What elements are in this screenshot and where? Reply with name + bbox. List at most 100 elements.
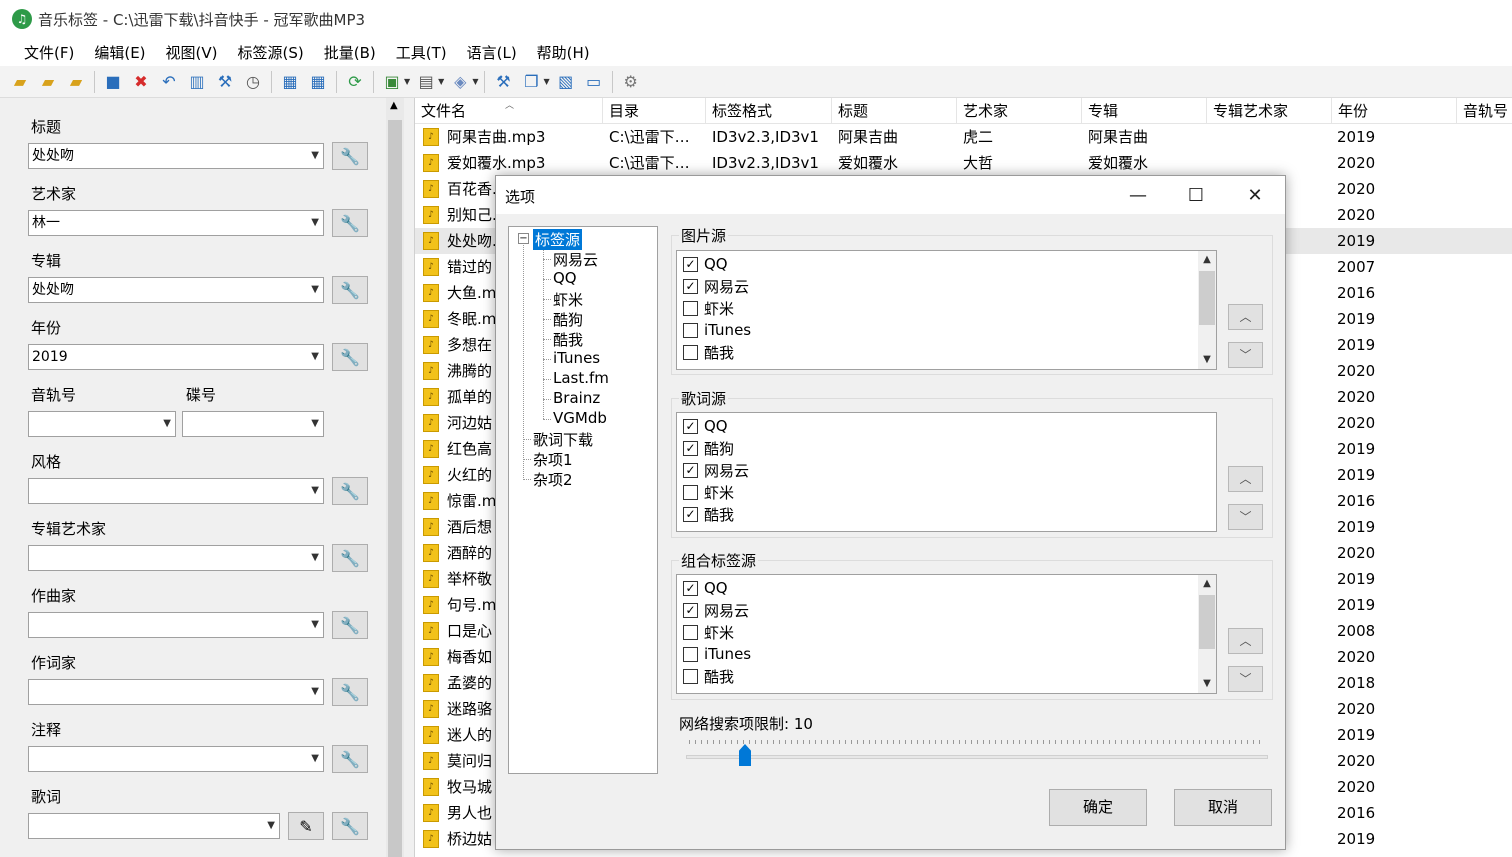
chevron-down-icon[interactable]: ▼ (311, 278, 319, 302)
lyrics-move-down-button[interactable]: ﹀ (1228, 504, 1263, 530)
refresh-icon[interactable]: ⟳ (343, 70, 367, 94)
album-artist-wrench-button[interactable]: 🔧 (332, 544, 368, 572)
checkbox-checked[interactable]: ✓ (683, 440, 698, 456)
checkbox-unchecked[interactable] (683, 344, 698, 360)
source-item[interactable]: 酷我 (683, 341, 734, 363)
undo-icon[interactable]: ↶ (157, 70, 181, 94)
tree-node-child[interactable]: iTunes (553, 349, 600, 367)
minimize-icon[interactable]: — (1109, 176, 1167, 214)
chevron-down-icon[interactable]: ▼ (163, 412, 171, 436)
chevron-down-icon[interactable]: ▼ (311, 345, 319, 369)
chevron-down-icon[interactable]: ▼ (311, 613, 319, 637)
source-item[interactable]: ✓ 酷我 (683, 503, 734, 525)
title-combo[interactable]: 处处吻 ▼ (28, 143, 324, 169)
chevron-up-icon[interactable]: ▲ (1198, 251, 1216, 269)
add-folder-icon[interactable]: ▰ (36, 70, 60, 94)
chevron-up-icon[interactable]: ▲ (1198, 575, 1216, 593)
close-icon[interactable]: ✕ (1226, 176, 1284, 214)
chevron-down-icon[interactable]: ▼ (311, 747, 319, 771)
folders-icon[interactable]: ▰ (64, 70, 88, 94)
maximize-icon[interactable]: ☐ (1167, 176, 1225, 214)
menu-help[interactable]: 帮助(H) (527, 42, 600, 63)
chevron-down-icon[interactable]: ▼ (311, 479, 319, 503)
menu-tools[interactable]: 工具(T) (386, 42, 457, 63)
image-move-down-button[interactable]: ﹀ (1228, 342, 1263, 368)
col-track[interactable]: 音轨号 (1457, 98, 1512, 124)
tree-node-child[interactable]: 酷狗 (553, 309, 583, 330)
tools-icon[interactable]: ⚒ (491, 70, 515, 94)
lyrics-wrench-button[interactable]: 🔧 (332, 812, 368, 840)
checkbox-unchecked[interactable] (683, 300, 698, 316)
monitor-icon[interactable]: ▭ (582, 70, 606, 94)
source-item[interactable]: 虾米 (683, 297, 734, 319)
lyrics-edit-button[interactable]: ✎ (288, 812, 324, 840)
collapse-icon[interactable]: − (518, 233, 529, 244)
scrollbar[interactable]: ▲ ▼ (1198, 575, 1216, 693)
artist-wrench-button[interactable]: 🔧 (332, 209, 368, 237)
menu-batch[interactable]: 批量(B) (314, 42, 386, 63)
left-panel-scrollbar[interactable]: ▲ (386, 98, 404, 857)
tag-icon[interactable]: ◈ (448, 70, 472, 94)
dropdown-arrow-icon[interactable]: ▼ (543, 77, 549, 86)
checkbox-checked[interactable]: ✓ (683, 256, 698, 272)
clock-icon[interactable]: ◷ (241, 70, 265, 94)
source-item[interactable]: ✓ QQ (683, 577, 728, 599)
source-item[interactable]: ✓ 网易云 (683, 459, 749, 481)
comment-combo[interactable]: ▼ (28, 746, 324, 772)
grid-icon[interactable]: ▦ (278, 70, 302, 94)
source-item[interactable]: ✓ 网易云 (683, 275, 749, 297)
chevron-down-icon[interactable]: ▼ (311, 546, 319, 570)
year-wrench-button[interactable]: 🔧 (332, 343, 368, 371)
scrollbar-thumb[interactable] (388, 120, 402, 857)
checkbox-unchecked[interactable] (683, 322, 698, 338)
scrollbar[interactable]: ▲ ▼ (1198, 251, 1216, 369)
copy-icon[interactable]: ❐ (519, 70, 543, 94)
col-title[interactable]: 标题 (832, 98, 957, 124)
image-icon[interactable]: ▣ (380, 70, 404, 94)
chevron-down-icon[interactable]: ▼ (1198, 351, 1216, 369)
album-wrench-button[interactable]: 🔧 (332, 276, 368, 304)
checkbox-checked[interactable]: ✓ (683, 278, 698, 294)
wrench-icon[interactable]: ⚒ (213, 70, 237, 94)
book-icon[interactable]: ▥ (185, 70, 209, 94)
tree-node-top[interactable]: 杂项1 (533, 449, 573, 470)
search-limit-slider[interactable] (686, 755, 1268, 759)
album-combo[interactable]: 处处吻 ▼ (28, 277, 324, 303)
checkbox-unchecked[interactable] (683, 624, 698, 640)
menu-file[interactable]: 文件(F) (14, 42, 84, 63)
text-case-icon[interactable]: ▤ (414, 70, 438, 94)
composer-wrench-button[interactable]: 🔧 (332, 611, 368, 639)
tree-node-child[interactable]: 网易云 (553, 249, 598, 270)
gear-icon[interactable]: ⚙ (619, 70, 643, 94)
source-item[interactable]: iTunes (683, 319, 751, 341)
scrollbar-thumb[interactable] (1199, 595, 1215, 649)
source-item[interactable]: iTunes (683, 643, 751, 665)
chevron-down-icon[interactable]: ▼ (311, 412, 319, 436)
chevron-down-icon[interactable]: ▼ (311, 144, 319, 168)
col-directory[interactable]: 目录 (603, 98, 706, 124)
year-combo[interactable]: 2019 ▼ (28, 344, 324, 370)
lyricist-wrench-button[interactable]: 🔧 (332, 678, 368, 706)
source-item[interactable]: 酷我 (683, 665, 734, 687)
ok-button[interactable]: 确定 (1049, 789, 1147, 826)
source-item[interactable]: ✓ QQ (683, 253, 728, 275)
open-folder-icon[interactable]: ▰ (8, 70, 32, 94)
slider-thumb[interactable] (739, 744, 751, 766)
cancel-button[interactable]: 取消 (1174, 789, 1272, 826)
table-row[interactable]: ♪ 爱如覆水.mp3 C:\迅雷下… ID3v2.3,ID3v1 爱如覆水 大哲 爱如覆水 2… (415, 150, 1512, 176)
genre-combo[interactable]: ▼ (28, 478, 324, 504)
checkbox-checked[interactable]: ✓ (683, 506, 698, 522)
menu-language[interactable]: 语言(L) (457, 42, 527, 63)
chevron-down-icon[interactable]: ▼ (1198, 675, 1216, 693)
lyrics-combo[interactable]: ▼ (28, 813, 280, 839)
table-row[interactable]: ♪ 阿果吉曲.mp3 C:\迅雷下… ID3v2.3,ID3v1 阿果吉曲 虎二 阿果吉曲 2… (415, 124, 1512, 150)
source-item[interactable]: ✓ QQ (683, 415, 728, 437)
comment-wrench-button[interactable]: 🔧 (332, 745, 368, 773)
scrollbar-thumb[interactable] (1199, 271, 1215, 325)
tree-node-tag-source[interactable]: 标签源 (533, 229, 583, 250)
tree-node-child[interactable]: VGMdb (553, 409, 607, 427)
chevron-down-icon[interactable]: ▼ (267, 814, 275, 838)
composer-combo[interactable]: ▼ (28, 612, 324, 638)
source-item[interactable]: ✓ 网易云 (683, 599, 749, 621)
chevron-down-icon[interactable]: ▼ (311, 680, 319, 704)
